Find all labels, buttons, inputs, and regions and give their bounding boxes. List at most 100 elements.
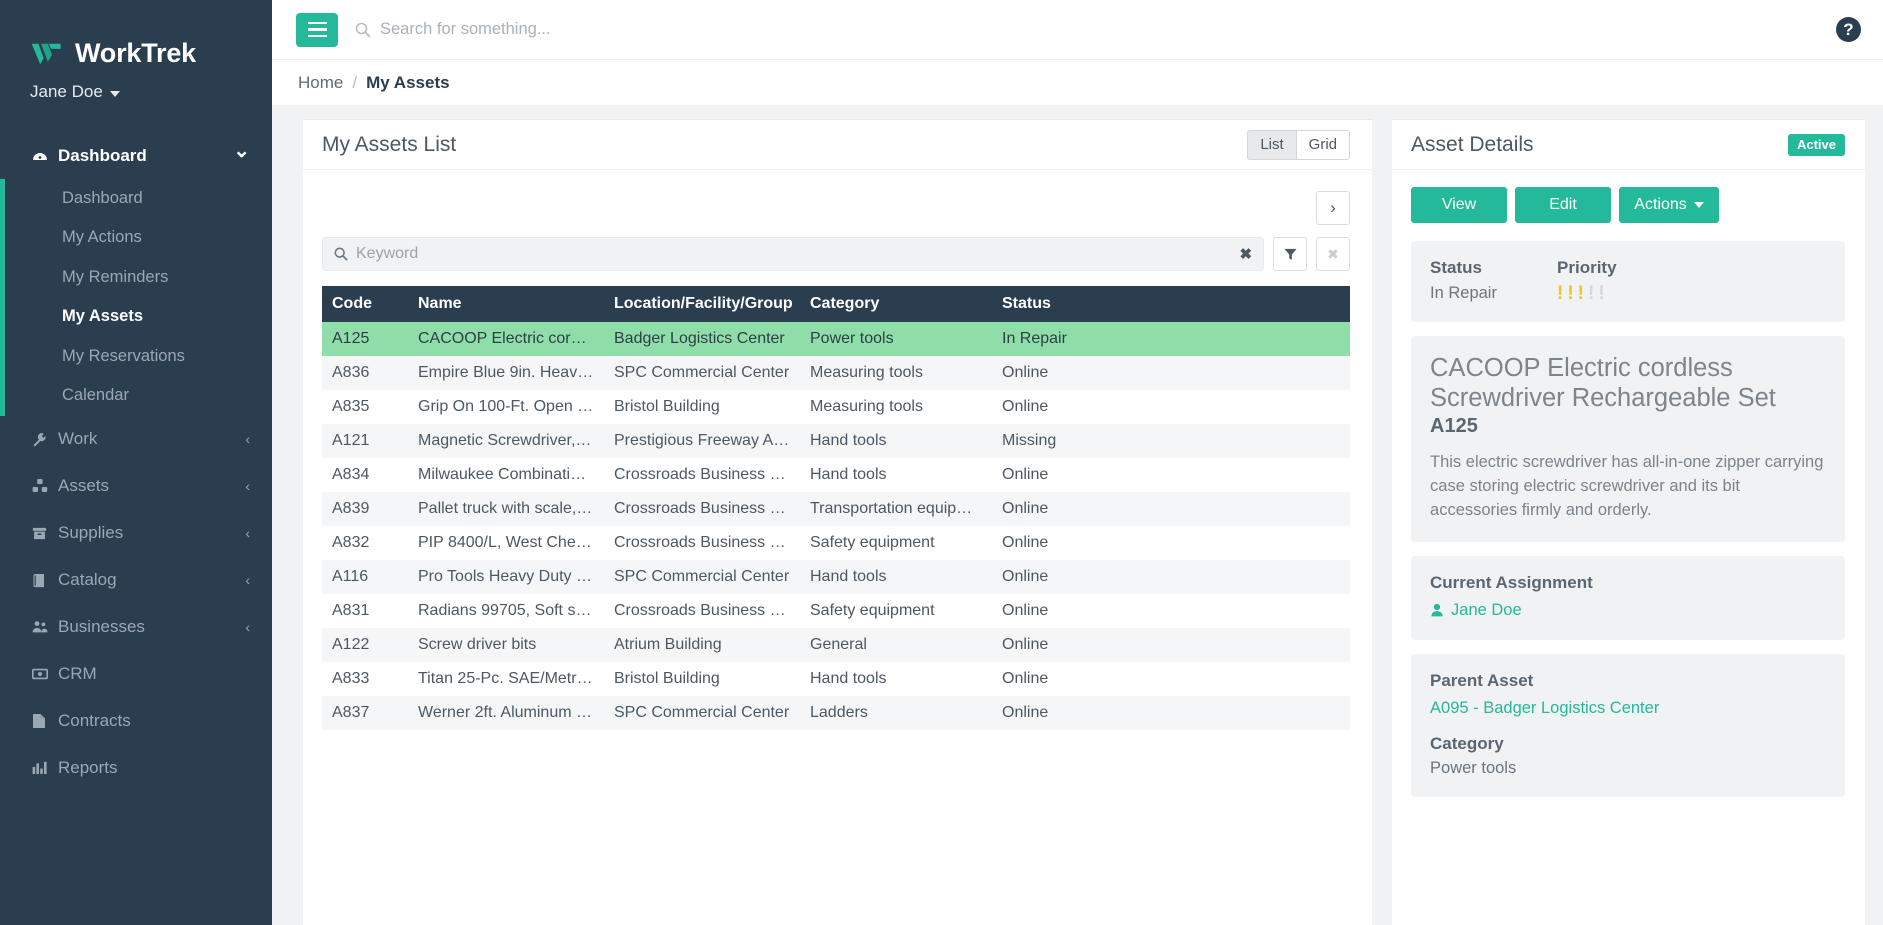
sidebar-group-label: Assets (58, 476, 110, 496)
table-row[interactable]: A834 Milwaukee Combination ... Crossroads … (322, 458, 1350, 492)
assets-table-head: Code Name Location/Facility/Group Catego… (322, 286, 1351, 322)
table-row[interactable]: A831 Radians 99705, Soft side ... Crossroa… (322, 594, 1350, 628)
asset-details-card: Asset Details Active View Edit Actions S… (1392, 119, 1865, 925)
parent-asset-link[interactable]: A095 - Badger Logistics Center (1430, 697, 1826, 719)
my-assets-list-card: My Assets List List Grid › ✖ (303, 119, 1373, 925)
cell-name: Titan 25-Pc. SAE/Metric ... (418, 670, 604, 687)
sidebar-item-my-reservations[interactable]: My Reservations (0, 337, 272, 376)
sidebar-group-label: Reports (58, 758, 118, 778)
chevron-down-icon: ⌄ (233, 140, 250, 162)
clear-keyword-icon[interactable]: ✖ (1239, 245, 1252, 263)
cell-location: SPC Commercial Center (614, 364, 790, 381)
hamburger-menu-button[interactable] (296, 12, 338, 47)
sidebar-item-dashboard[interactable]: Dashboard (0, 179, 272, 218)
cell-location: Crossroads Business Park (614, 602, 800, 619)
asset-name: CACOOP Electric cordless Screwdriver Rec… (1430, 354, 1776, 413)
sidebar-nav: Dashboard ⌄ Dashboard My Actions My Reminder… (0, 132, 272, 792)
breadcrumb-home[interactable]: Home (298, 73, 343, 93)
page-content: My Assets List List Grid › ✖ (272, 105, 1883, 925)
box-icon (32, 526, 58, 541)
sidebar-group-crm[interactable]: CRM (0, 651, 272, 698)
cell-category: Hand tools (810, 432, 887, 449)
sidebar-group-contracts[interactable]: Contracts (0, 698, 272, 745)
cell-category: Power tools (810, 330, 894, 347)
cell-code: A835 (332, 398, 370, 415)
table-row[interactable]: A121 Magnetic Screwdriver, C... Prestigiou… (322, 424, 1351, 458)
sidebar-group-businesses[interactable]: Businesses ‹ (0, 604, 272, 651)
dashboard-icon (32, 148, 58, 164)
sidebar-group-dashboard[interactable]: Dashboard ⌄ (0, 132, 272, 179)
global-search[interactable] (355, 20, 1836, 39)
table-row[interactable]: A832 PIP 8400/L, West Chester... Crossroad… (322, 526, 1350, 560)
asset-code: A125 (1430, 415, 1478, 438)
cell-status: Online (1002, 398, 1049, 415)
funnel-shape (1283, 248, 1297, 260)
table-row[interactable]: A116 Pro Tools Heavy Duty Ho... SPC Commer… (322, 560, 1351, 594)
cell-category: Hand tools (810, 466, 887, 483)
keyword-search-box[interactable]: ✖ (322, 237, 1265, 271)
search-icon (334, 247, 348, 261)
help-circle-icon[interactable]: ? (1836, 17, 1861, 42)
column-header-name[interactable]: Name (408, 286, 604, 322)
cell-location: Bristol Building (614, 398, 720, 415)
tab-grid-view[interactable]: Grid (1296, 129, 1351, 160)
table-row[interactable]: A833 Titan 25-Pc. SAE/Metric ... Bristol B… (322, 662, 1350, 696)
user-menu[interactable]: Jane Doe (30, 82, 272, 102)
wrench-icon (32, 432, 58, 447)
sidebar-item-my-reminders[interactable]: My Reminders (0, 258, 272, 297)
table-row[interactable]: A835 Grip On 100-Ft. Open Re... Bristol Bu… (322, 390, 1350, 424)
cell-status: Online (1002, 636, 1049, 653)
assignee-name[interactable]: Jane Doe (1451, 599, 1522, 621)
sidebar-group-work[interactable]: Work ‹ (0, 416, 272, 463)
sidebar-subitems: Dashboard My Actions My Reminders My Assets… (0, 179, 272, 416)
sidebar-group-catalog[interactable]: Catalog ‹ (0, 557, 272, 604)
sidebar-group-label: Work (58, 429, 98, 449)
priority-block: Priority !!!!! (1557, 258, 1617, 303)
brand[interactable]: WorkTrek (30, 38, 272, 69)
sidebar-group-assets[interactable]: Assets ‹ (0, 463, 272, 510)
sidebar-group-reports[interactable]: Reports (0, 745, 272, 792)
table-row[interactable]: A839 Pallet truck with scale, w... Crossro… (322, 492, 1351, 526)
cell-code: A121 (332, 432, 370, 449)
actions-label: Actions (1634, 196, 1687, 213)
sidebar-item-my-assets[interactable]: My Assets (0, 297, 272, 336)
reset-filter-icon[interactable]: ✖ (1316, 237, 1351, 271)
edit-button[interactable]: Edit (1515, 187, 1612, 223)
cell-status: Online (1002, 534, 1049, 551)
sidebar-item-my-actions[interactable]: My Actions (0, 218, 272, 257)
list-card-header: My Assets List List Grid (303, 120, 1373, 170)
column-header-category[interactable]: Category (800, 286, 992, 322)
cell-location: SPC Commercial Center (614, 704, 790, 721)
sidebar-item-calendar[interactable]: Calendar (0, 376, 272, 415)
actions-dropdown-button[interactable]: Actions (1619, 187, 1720, 223)
cell-name: Empire Blue 9in. Heavy-... (418, 364, 604, 381)
cell-name: CACOOP Electric cordles... (418, 330, 604, 347)
file-icon (32, 713, 58, 729)
table-row[interactable]: A125 CACOOP Electric cordles... Badger Log… (322, 322, 1351, 356)
cell-name: Magnetic Screwdriver, C... (418, 432, 604, 449)
top-bar: ? (272, 0, 1883, 60)
table-row[interactable]: A837 Werner 2ft. Aluminum St... SPC Commer… (322, 696, 1351, 730)
column-header-code[interactable]: Code (322, 286, 408, 322)
cell-status: Online (1002, 466, 1049, 483)
priority-label: Priority (1557, 258, 1617, 277)
tab-list-view[interactable]: List (1247, 129, 1297, 160)
view-toggle-group: List Grid (1247, 129, 1351, 160)
column-header-location[interactable]: Location/Facility/Group (604, 286, 800, 322)
search-input[interactable] (380, 20, 800, 39)
table-row[interactable]: A836 Empire Blue 9in. Heavy-... SPC Commer… (322, 356, 1351, 390)
brand-name: WorkTrek (75, 38, 196, 68)
column-header-status[interactable]: Status (992, 286, 1351, 322)
current-assignment-panel: Current Assignment Jane Doe (1411, 555, 1845, 641)
cell-category: Safety equipment (810, 534, 935, 551)
chevron-right-icon[interactable]: › (1316, 191, 1351, 225)
table-row[interactable]: A122 Screw driver bits Atrium Building Gene… (322, 628, 1351, 662)
keyword-input[interactable] (356, 245, 1240, 263)
user-name: Jane Doe (30, 82, 103, 101)
view-button[interactable]: View (1411, 187, 1508, 223)
pager-row: › (322, 182, 1351, 237)
category-value: Power tools (1430, 759, 1517, 778)
funnel-filter-icon[interactable] (1273, 237, 1308, 271)
assignee[interactable]: Jane Doe (1430, 599, 1826, 621)
sidebar-group-supplies[interactable]: Supplies ‹ (0, 510, 272, 557)
